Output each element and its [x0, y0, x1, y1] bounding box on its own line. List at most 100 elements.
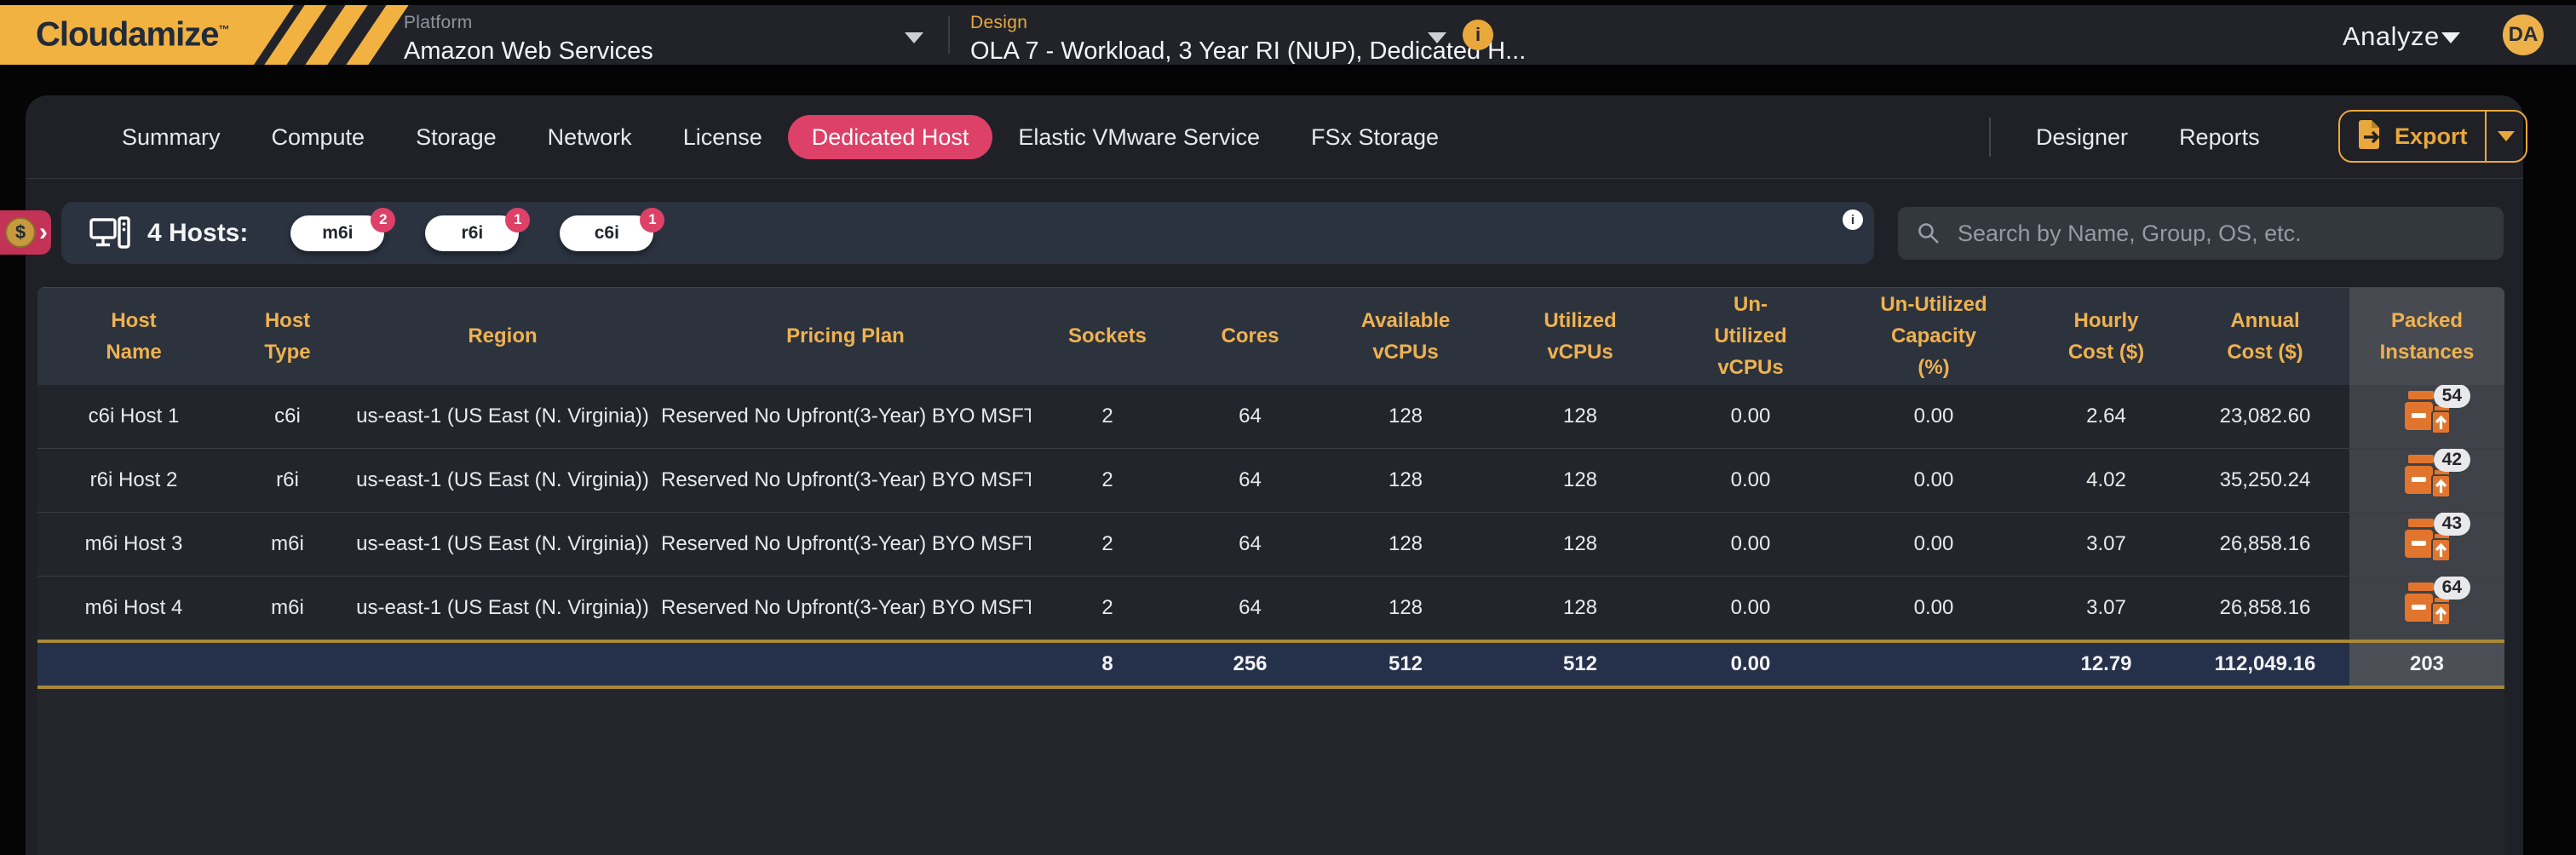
packed-instances-icon[interactable]: 64 — [2402, 582, 2452, 627]
export-button[interactable]: Export — [2338, 110, 2527, 163]
chip-label: r6i — [462, 223, 484, 244]
platform-dropdown[interactable]: Platform Amazon Web Services — [404, 13, 653, 66]
cell-packed_instances: 43 — [2349, 512, 2504, 576]
total-cores: 256 — [1184, 641, 1316, 687]
total-region — [345, 641, 660, 687]
cell-unutilized_capacity: 0.00 — [1836, 512, 2032, 576]
tab-network[interactable]: Network — [522, 106, 658, 169]
cell-sockets: 2 — [1031, 512, 1184, 576]
analyze-caret-icon[interactable] — [2441, 32, 2460, 43]
chip-c6i[interactable]: c6i1 — [560, 215, 653, 251]
cell-cores: 64 — [1184, 512, 1316, 576]
nav-right: Designer Reports — [2010, 106, 2286, 169]
table-row[interactable]: m6i Host 4m6ius-east-1 (US East (N. Virg… — [37, 576, 2504, 641]
cell-hourly_cost: 3.07 — [2032, 512, 2181, 576]
cell-available_vcpus: 128 — [1316, 385, 1495, 449]
table-totals-row: 82565125120.0012.79112,049.16203 — [37, 641, 2504, 687]
tab-storage[interactable]: Storage — [390, 106, 522, 169]
column-header-utilized_vcpus[interactable]: Utilized vCPUs — [1495, 288, 1665, 385]
platform-caret-icon[interactable] — [905, 32, 923, 43]
column-header-host_name[interactable]: Host Name — [37, 288, 230, 385]
host-computer-icon — [89, 216, 130, 250]
column-header-cores[interactable]: Cores — [1184, 288, 1316, 385]
search-input[interactable] — [1956, 220, 2470, 248]
table-row[interactable]: c6i Host 1c6ius-east-1 (US East (N. Virg… — [37, 385, 2504, 449]
column-header-available_vcpus[interactable]: Available vCPUs — [1316, 288, 1495, 385]
column-header-host_type[interactable]: Host Type — [230, 288, 345, 385]
column-header-annual_cost[interactable]: Annual Cost ($) — [2181, 288, 2349, 385]
tab-summary[interactable]: Summary — [96, 106, 246, 169]
search-icon — [1917, 221, 1941, 245]
export-dropdown-caret[interactable] — [2485, 112, 2526, 161]
cell-host_type: c6i — [230, 385, 345, 449]
cell-host_name: c6i Host 1 — [37, 385, 230, 449]
analyze-menu[interactable]: Analyze — [2343, 21, 2440, 52]
export-label: Export — [2395, 123, 2468, 150]
tab-elastic-vmware-service[interactable]: Elastic VMware Service — [992, 106, 1285, 169]
hosts-info-icon[interactable]: i — [1843, 209, 1863, 230]
cell-sockets: 2 — [1031, 576, 1184, 641]
cell-unutilized_capacity: 0.00 — [1836, 448, 2032, 512]
hosts-summary-bar: 4 Hosts: m6i2r6i1c6i1 i — [61, 202, 1874, 264]
chip-count-badge: 1 — [505, 208, 530, 232]
cell-sockets: 2 — [1031, 385, 1184, 449]
nav-divider — [1989, 118, 1991, 157]
packed-instances-icon[interactable]: 43 — [2402, 519, 2452, 563]
column-header-region[interactable]: Region — [345, 288, 660, 385]
dollar-coin-icon: $ — [5, 217, 36, 248]
packed-instances-icon[interactable]: 54 — [2402, 391, 2452, 435]
cell-pricing_plan: Reserved No Upfront(3-Year) BYO MSFT... — [660, 512, 1031, 576]
nav-designer[interactable]: Designer — [2010, 124, 2153, 151]
cell-unutilized_vcpus: 0.00 — [1665, 448, 1836, 512]
cost-side-tab[interactable]: $ › — [0, 210, 51, 255]
column-header-label: Host Name — [103, 305, 164, 368]
tab-license[interactable]: License — [658, 106, 788, 169]
table-container: Host Name Host Type Region Pricing PlanSock… — [37, 287, 2504, 855]
total-host_name — [37, 641, 230, 687]
cell-host_name: m6i Host 3 — [37, 512, 230, 576]
design-info-icon[interactable]: i — [1463, 20, 1493, 50]
tab-fsx-storage[interactable]: FSx Storage — [1285, 106, 1464, 169]
table-row[interactable]: m6i Host 3m6ius-east-1 (US East (N. Virg… — [37, 512, 2504, 576]
cell-annual_cost: 35,250.24 — [2181, 448, 2349, 512]
cell-packed_instances: 42 — [2349, 448, 2504, 512]
chip-m6i[interactable]: m6i2 — [290, 215, 384, 251]
cell-hourly_cost: 4.02 — [2032, 448, 2181, 512]
design-caret-icon[interactable] — [1428, 32, 1446, 43]
column-header-label: Available vCPUs — [1358, 305, 1453, 368]
cell-available_vcpus: 128 — [1316, 448, 1495, 512]
hosts-table: Host Name Host Type Region Pricing PlanSock… — [37, 287, 2504, 689]
cell-host_type: m6i — [230, 512, 345, 576]
column-header-label: Region — [468, 320, 537, 352]
total-packed_instances: 203 — [2349, 641, 2504, 687]
packed-instances-icon[interactable]: 42 — [2402, 455, 2452, 499]
packed-count-badge: 54 — [2434, 385, 2470, 409]
cell-host_name: m6i Host 4 — [37, 576, 230, 641]
cell-hourly_cost: 3.07 — [2032, 576, 2181, 641]
total-unutilized_capacity — [1836, 641, 2032, 687]
user-avatar[interactable]: DA — [2503, 14, 2544, 55]
chip-r6i[interactable]: r6i1 — [425, 215, 519, 251]
tab-dedicated-host[interactable]: Dedicated Host — [788, 115, 993, 159]
top-header: Cloudamize™ Platform Amazon Web Services… — [0, 5, 2576, 65]
cell-annual_cost: 23,082.60 — [2181, 385, 2349, 449]
column-header-packed_instances[interactable]: Packed Instances — [2349, 288, 2504, 385]
logo-text: Cloudamize™ — [36, 16, 228, 55]
export-main[interactable]: Export — [2340, 112, 2485, 161]
design-label: Design — [970, 13, 1526, 33]
column-header-unutilized_vcpus[interactable]: Un-Utilized vCPUs — [1665, 288, 1836, 385]
column-header-sockets[interactable]: Sockets — [1031, 288, 1184, 385]
total-available_vcpus: 512 — [1316, 641, 1495, 687]
column-header-pricing_plan[interactable]: Pricing Plan — [660, 288, 1031, 385]
column-header-unutilized_capacity[interactable]: Un-Utilized Capacity (%) — [1836, 288, 2032, 385]
cell-utilized_vcpus: 128 — [1495, 576, 1665, 641]
tab-bar: SummaryComputeStorageNetworkLicenseDedic… — [96, 106, 1464, 169]
cell-utilized_vcpus: 128 — [1495, 385, 1665, 449]
total-hourly_cost: 12.79 — [2032, 641, 2181, 687]
nav-reports[interactable]: Reports — [2153, 124, 2286, 151]
table-row[interactable]: r6i Host 2r6ius-east-1 (US East (N. Virg… — [37, 448, 2504, 512]
tab-compute[interactable]: Compute — [246, 106, 391, 169]
cell-unutilized_capacity: 0.00 — [1836, 576, 2032, 641]
chip-label: c6i — [595, 223, 619, 244]
column-header-hourly_cost[interactable]: Hourly Cost ($) — [2032, 288, 2181, 385]
